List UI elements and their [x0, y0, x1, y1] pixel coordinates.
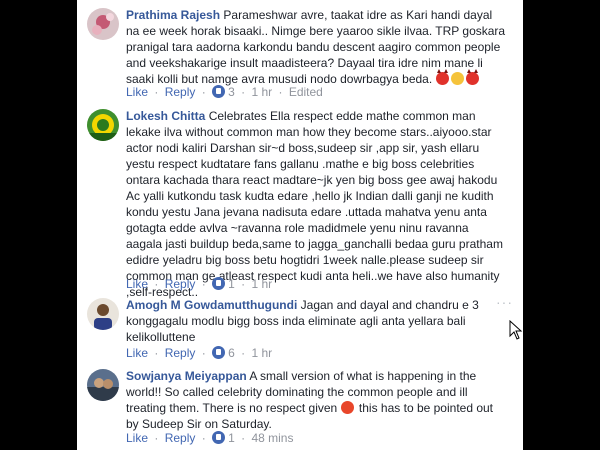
- comment-text: Celebrates Ella respect edde mathe commo…: [126, 109, 503, 299]
- thumbs-up-icon[interactable]: [212, 346, 226, 359]
- unamused-emoji-icon: [450, 72, 464, 85]
- comment-author[interactable]: Amogh M Gowdamutthugundi: [126, 298, 297, 312]
- like-button[interactable]: Like: [126, 277, 148, 291]
- like-button[interactable]: Like: [126, 346, 148, 360]
- more-horizontal-icon[interactable]: ···: [496, 294, 513, 310]
- avatar[interactable]: [87, 109, 119, 141]
- comment-author[interactable]: Lokesh Chitta: [126, 109, 205, 123]
- reply-button[interactable]: Reply: [165, 346, 196, 360]
- avatar[interactable]: [87, 8, 119, 40]
- avatar[interactable]: [87, 298, 119, 330]
- comment-author[interactable]: Prathima Rajesh: [126, 8, 220, 22]
- like-count[interactable]: 1: [228, 277, 235, 291]
- comment-actions: Like · Reply · 6 · 1 hr: [126, 346, 273, 360]
- mouse-cursor-icon: [509, 319, 523, 345]
- timestamp[interactable]: 1 hr: [251, 346, 272, 360]
- like-button[interactable]: Like: [126, 431, 148, 445]
- avatar[interactable]: [87, 369, 119, 401]
- thumbs-up-icon[interactable]: [212, 277, 226, 290]
- like-button[interactable]: Like: [126, 85, 148, 99]
- devil-emoji-icon: [465, 69, 479, 85]
- like-count[interactable]: 6: [228, 346, 235, 360]
- edited-label[interactable]: Edited: [289, 85, 323, 99]
- like-count[interactable]: 3: [228, 85, 235, 99]
- comment-actions: Like · Reply · 1 · 1 hr: [126, 277, 273, 291]
- timestamp[interactable]: 48 mins: [251, 431, 293, 445]
- timestamp[interactable]: 1 hr: [251, 85, 272, 99]
- devil-emoji-icon: [435, 69, 449, 85]
- comment-actions: Like · Reply · 1 · 48 mins: [126, 431, 294, 445]
- comment-author[interactable]: Sowjanya Meiyappan: [126, 369, 247, 383]
- comment-actions: Like · Reply · 3 · 1 hr · Edited: [126, 85, 323, 99]
- comments-panel: Prathima Rajesh Parameshwar avre, taakat…: [77, 0, 523, 450]
- reply-button[interactable]: Reply: [165, 431, 196, 445]
- thumbs-up-icon[interactable]: [212, 85, 226, 98]
- angry-emoji-icon: [340, 401, 354, 414]
- reply-button[interactable]: Reply: [165, 85, 196, 99]
- timestamp[interactable]: 1 hr: [251, 277, 272, 291]
- like-count[interactable]: 1: [228, 431, 235, 445]
- reply-button[interactable]: Reply: [165, 277, 196, 291]
- thumbs-up-icon[interactable]: [212, 431, 226, 444]
